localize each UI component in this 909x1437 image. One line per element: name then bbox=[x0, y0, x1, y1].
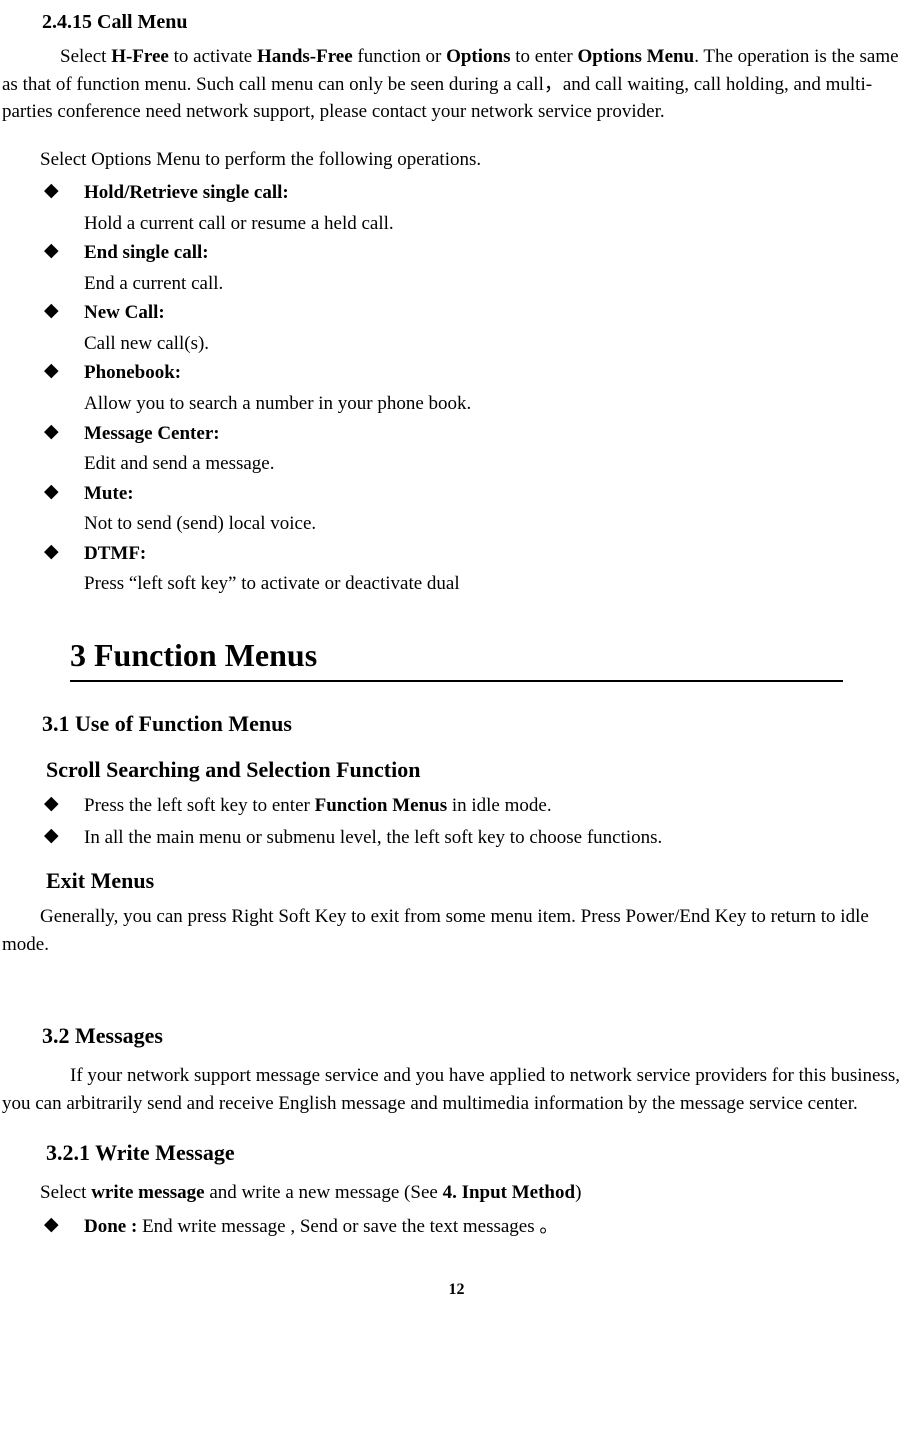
write-message-list: ◆ Done : End write message , Send or sav… bbox=[40, 1213, 909, 1241]
bold-function-menus: Function Menus bbox=[315, 795, 448, 816]
text: Select bbox=[60, 46, 111, 67]
list-item: ◆ DTMF: Press “left soft key” to activat… bbox=[40, 540, 909, 598]
bold-options-menu: Options Menu bbox=[578, 46, 695, 67]
item-desc: Allow you to search a number in your pho… bbox=[84, 390, 909, 418]
diamond-icon: ◆ bbox=[44, 241, 59, 260]
diamond-icon: ◆ bbox=[44, 1215, 59, 1234]
text: to enter bbox=[511, 46, 578, 67]
heading-3: 3 Function Menus bbox=[70, 632, 909, 678]
para-exit: Generally, you can press Right Soft Key … bbox=[2, 903, 909, 958]
list-item: ◆ Press the left soft key to enter Funct… bbox=[40, 792, 909, 820]
bold-handsfree: Hands-Free bbox=[257, 46, 353, 67]
text: to activate bbox=[169, 46, 257, 67]
item-term: Phonebook: bbox=[84, 359, 909, 387]
text: and write a new message (See bbox=[205, 1182, 443, 1203]
heading-3-2: 3.2 Messages bbox=[42, 1020, 909, 1052]
diamond-icon: ◆ bbox=[44, 794, 59, 813]
list-item: ◆ End single call: End a current call. bbox=[40, 239, 909, 297]
item-desc: Hold a current call or resume a held cal… bbox=[84, 210, 909, 238]
item-desc: Call new call(s). bbox=[84, 330, 909, 358]
list-item: ◆ Mute: Not to send (send) local voice. bbox=[40, 480, 909, 538]
diamond-icon: ◆ bbox=[44, 482, 59, 501]
item-term: Hold/Retrieve single call: bbox=[84, 179, 909, 207]
item-term: Mute: bbox=[84, 480, 909, 508]
bold-write-message: write message bbox=[91, 1182, 204, 1203]
item-term: New Call: bbox=[84, 299, 909, 327]
call-menu-options-list: ◆ Hold/Retrieve single call: Hold a curr… bbox=[40, 179, 909, 598]
diamond-icon: ◆ bbox=[44, 181, 59, 200]
text: in idle mode. bbox=[447, 795, 551, 816]
item-term: Message Center: bbox=[84, 420, 909, 448]
para-call-menu: Select H-Free to activate Hands-Free fun… bbox=[2, 43, 909, 126]
scroll-list: ◆ Press the left soft key to enter Funct… bbox=[40, 792, 909, 851]
list-item: ◆ New Call: Call new call(s). bbox=[40, 299, 909, 357]
para-write-message: Select write message and write a new mes… bbox=[40, 1179, 909, 1207]
heading-scroll: Scroll Searching and Selection Function bbox=[46, 754, 909, 786]
item-term: Done : bbox=[84, 1216, 137, 1237]
heading-3-underline bbox=[70, 680, 843, 682]
item-desc: End a current call. bbox=[84, 270, 909, 298]
heading-3-2-1: 3.2.1 Write Message bbox=[46, 1137, 909, 1169]
text: Select bbox=[40, 1182, 91, 1203]
list-item: ◆ In all the main menu or submenu level,… bbox=[40, 824, 909, 852]
heading-2-4-15: 2.4.15 Call Menu bbox=[42, 8, 909, 37]
item-desc: Edit and send a message. bbox=[84, 450, 909, 478]
diamond-icon: ◆ bbox=[44, 826, 59, 845]
page-number: 12 bbox=[2, 1278, 909, 1301]
text: function or bbox=[353, 46, 446, 67]
para-messages: If your network support message service … bbox=[2, 1062, 909, 1117]
diamond-icon: ◆ bbox=[44, 301, 59, 320]
para-options-intro: Select Options Menu to perform the follo… bbox=[40, 146, 909, 174]
item-term: End single call: bbox=[84, 239, 909, 267]
text: ) bbox=[575, 1182, 581, 1203]
list-item: ◆ Message Center: Edit and send a messag… bbox=[40, 420, 909, 478]
item-term: DTMF: bbox=[84, 540, 909, 568]
bold-input-method: 4. Input Method bbox=[443, 1182, 576, 1203]
diamond-icon: ◆ bbox=[44, 361, 59, 380]
bold-hfree: H-Free bbox=[111, 46, 169, 67]
bold-options: Options bbox=[446, 46, 510, 67]
item-desc: Not to send (send) local voice. bbox=[84, 510, 909, 538]
heading-exit: Exit Menus bbox=[46, 865, 909, 897]
list-item: ◆ Phonebook: Allow you to search a numbe… bbox=[40, 359, 909, 417]
diamond-icon: ◆ bbox=[44, 422, 59, 441]
heading-3-1: 3.1 Use of Function Menus bbox=[42, 708, 909, 740]
item-desc: End write message , Send or save the tex… bbox=[137, 1216, 558, 1237]
diamond-icon: ◆ bbox=[44, 542, 59, 561]
text: In all the main menu or submenu level, t… bbox=[84, 827, 662, 848]
text: Press the left soft key to enter bbox=[84, 795, 315, 816]
list-item: ◆ Done : End write message , Send or sav… bbox=[40, 1213, 909, 1241]
item-desc: Press “left soft key” to activate or dea… bbox=[84, 570, 909, 598]
list-item: ◆ Hold/Retrieve single call: Hold a curr… bbox=[40, 179, 909, 237]
